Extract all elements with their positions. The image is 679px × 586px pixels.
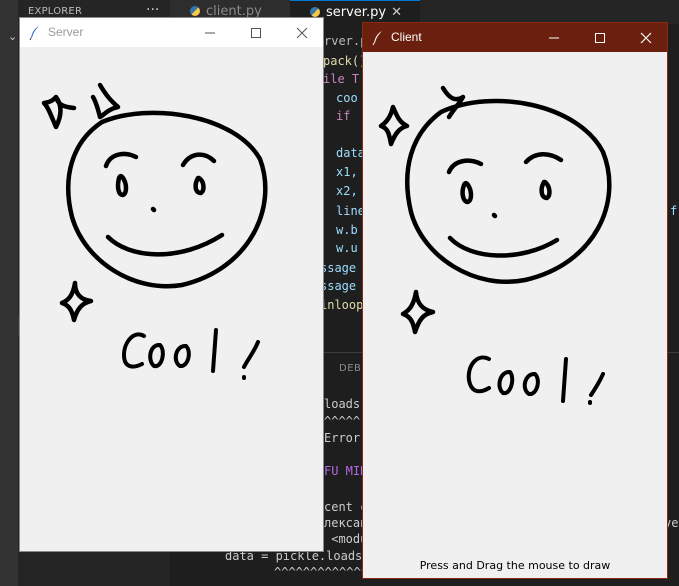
activity-bar — [0, 0, 18, 586]
code-line: ssage — [320, 279, 357, 293]
left-eye — [460, 180, 474, 205]
maximize-icon — [251, 28, 261, 38]
explorer-title: EXPLORER — [28, 6, 83, 17]
drawing — [41, 82, 268, 380]
terminal-line: <modu — [324, 532, 368, 546]
terminal-line: FU MIN — [324, 464, 368, 478]
maximize-button[interactable] — [233, 18, 279, 47]
code-line: w.b — [336, 223, 358, 237]
left-eyebrow — [446, 158, 484, 175]
code-line: inloop — [320, 298, 364, 312]
cool-text — [122, 328, 260, 380]
maximize-button[interactable] — [577, 23, 623, 52]
sparkle — [400, 289, 436, 335]
right-eye — [539, 179, 552, 201]
sparkle — [90, 82, 121, 120]
sparkle — [59, 280, 94, 323]
right-eyebrow — [523, 152, 564, 165]
drawing-canvas[interactable]: Press and Drag the mouse to draw — [363, 52, 667, 578]
sparkle — [41, 94, 77, 130]
title-bar[interactable]: Client — [363, 23, 667, 52]
terminal-line: cent c — [324, 500, 368, 514]
terminal-line: ^^^^^ — [324, 414, 361, 428]
nose — [150, 206, 157, 213]
close-icon — [640, 32, 652, 44]
maximize-icon — [595, 33, 605, 43]
feather-icon — [372, 31, 382, 46]
window-title: Client — [391, 30, 422, 44]
close-button[interactable] — [279, 18, 325, 47]
close-button[interactable] — [623, 23, 669, 52]
nose — [491, 212, 498, 219]
face-outline — [66, 110, 268, 289]
code-line: line — [336, 204, 365, 218]
sparkle — [378, 104, 410, 147]
drawing — [378, 85, 612, 405]
right-eye — [193, 175, 206, 196]
minimize-button[interactable] — [187, 18, 233, 47]
mouth — [105, 232, 225, 257]
terminal-line: Error: — [324, 431, 368, 445]
drawing-canvas[interactable] — [20, 47, 323, 551]
code-line-trailing: f — [670, 204, 678, 218]
code-line: ssage — [320, 261, 357, 275]
code-line: if — [336, 109, 351, 123]
minimize-button[interactable] — [531, 23, 577, 52]
status-label: Press and Drag the mouse to draw — [419, 559, 611, 572]
code-line: data — [336, 146, 365, 160]
left-eyebrow — [103, 151, 139, 169]
server-window[interactable]: Server — [19, 17, 324, 552]
chevron-down-icon[interactable]: ⌄ — [8, 30, 17, 43]
cool-text — [466, 355, 605, 405]
minimize-icon — [205, 32, 215, 34]
title-bar[interactable]: Server — [20, 18, 323, 47]
client-window[interactable]: Client Press and Drag the mouse to draw — [362, 22, 668, 579]
left-eye — [115, 173, 129, 198]
mouth — [447, 235, 560, 258]
code-line: x2, — [336, 184, 358, 198]
feather-icon — [29, 26, 39, 41]
python-file-icon — [310, 7, 320, 17]
code-line: w.u — [336, 241, 358, 255]
explorer-more-icon[interactable]: ··· — [146, 2, 159, 18]
right-eyebrow — [180, 152, 217, 168]
close-icon — [296, 27, 308, 39]
tab-label: server.py — [326, 5, 387, 20]
sparkle — [440, 85, 466, 120]
code-line: coo — [336, 91, 358, 105]
terminal-line: loads( — [324, 397, 368, 411]
window-title: Server — [48, 25, 84, 39]
code-line: pack() — [323, 54, 367, 68]
code-line: ile T — [323, 72, 360, 86]
minimize-icon — [549, 37, 559, 39]
terminal-line: лексан — [324, 516, 368, 530]
python-file-icon — [190, 6, 200, 16]
code-line: x1, — [336, 165, 358, 179]
